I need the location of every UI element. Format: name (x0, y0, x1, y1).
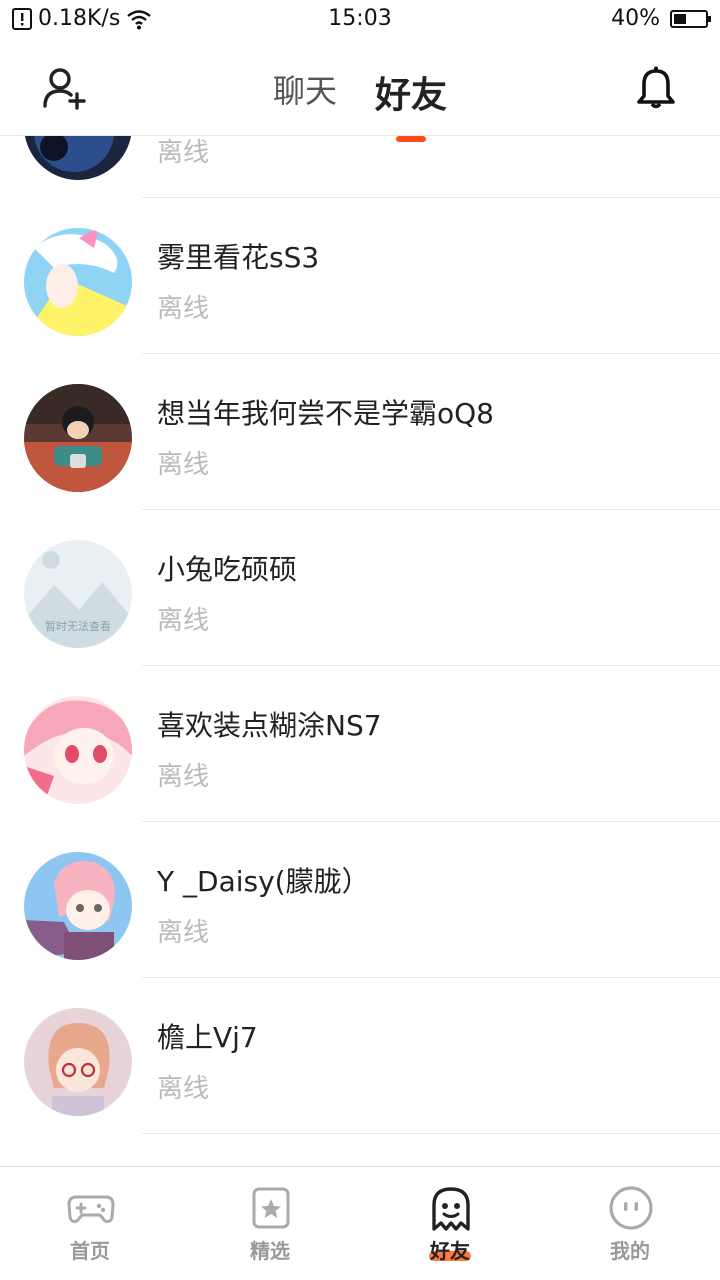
nav-home-label: 首页 (70, 1239, 110, 1263)
friend-status: 离线 (157, 762, 210, 792)
friend-name: Y _Daisy(朦胧） (157, 865, 370, 898)
tab-chat[interactable]: 聊天 (271, 66, 339, 118)
tab-bar: 聊天 好友 (0, 66, 720, 142)
nav-me[interactable]: 我的 (540, 1167, 720, 1280)
avatar (24, 852, 132, 960)
nav-friends-label: 好友 (430, 1239, 470, 1263)
tab-friends[interactable]: 好友 (373, 66, 449, 142)
friend-status: 离线 (157, 450, 210, 480)
face-icon (609, 1186, 653, 1230)
status-bar: 0.18K/s 15:03 40% (0, 0, 720, 38)
top-header: 聊天 好友 (0, 38, 720, 142)
nav-me-label: 我的 (610, 1239, 650, 1263)
friend-name: 小兔吃硕硕 (157, 553, 298, 586)
friend-name: 雾里看花sS3 (157, 241, 320, 274)
avatar (24, 1008, 132, 1116)
friend-status: 离线 (157, 138, 210, 168)
friend-name: 喜欢装点糊涂NS7 (157, 709, 382, 742)
friend-status: 离线 (157, 1074, 210, 1104)
friend-item[interactable]: 想当年我何尝不是学霸oQ8 离线 (0, 354, 720, 510)
nav-friends[interactable]: 好友 (360, 1167, 540, 1280)
friend-list: 离线 雾里看花sS3 离线 想当年我何尝不是学霸oQ8 离线 暂时无法查看 小兔… (0, 136, 720, 1166)
avatar: 暂时无法查看 (24, 540, 132, 648)
friend-item[interactable] (0, 1134, 720, 1166)
tab-chat-label: 聊天 (272, 72, 337, 110)
bell-icon[interactable] (632, 64, 680, 112)
avatar (24, 136, 132, 180)
avatar-placeholder-text: 暂时无法查看 (45, 619, 111, 633)
avatar (24, 384, 132, 492)
friend-name: 檐上Vj7 (157, 1021, 258, 1054)
battery-percent: 40% (611, 6, 660, 31)
avatar (24, 228, 132, 336)
bottom-nav: 首页 精选 好友 我的 (0, 1166, 720, 1280)
battery-icon (670, 9, 711, 28)
friend-status: 离线 (157, 606, 210, 636)
friend-item[interactable]: 檐上Vj7 离线 (0, 978, 720, 1134)
star-icon (252, 1187, 290, 1229)
battery-fill (674, 13, 686, 24)
status-right: 40% (611, 6, 711, 31)
nav-home[interactable]: 首页 (0, 1167, 180, 1280)
active-tab-indicator (396, 136, 426, 142)
ghost-icon (432, 1187, 470, 1231)
gamepad-icon (67, 1195, 115, 1223)
friend-status: 离线 (157, 918, 210, 948)
friend-status: 离线 (157, 294, 210, 324)
tab-friends-label: 好友 (375, 75, 448, 116)
nav-featured[interactable]: 精选 (180, 1167, 360, 1280)
friend-name: 想当年我何尝不是学霸oQ8 (157, 397, 494, 430)
friend-item[interactable]: 喜欢装点糊涂NS7 离线 (0, 666, 720, 822)
friend-item[interactable]: 雾里看花sS3 离线 (0, 198, 720, 354)
friend-item[interactable]: Y _Daisy(朦胧） 离线 (0, 822, 720, 978)
friend-item[interactable]: 离线 (0, 136, 720, 198)
avatar (24, 696, 132, 804)
nav-featured-label: 精选 (250, 1239, 290, 1263)
friend-item[interactable]: 暂时无法查看 小兔吃硕硕 离线 (0, 510, 720, 666)
